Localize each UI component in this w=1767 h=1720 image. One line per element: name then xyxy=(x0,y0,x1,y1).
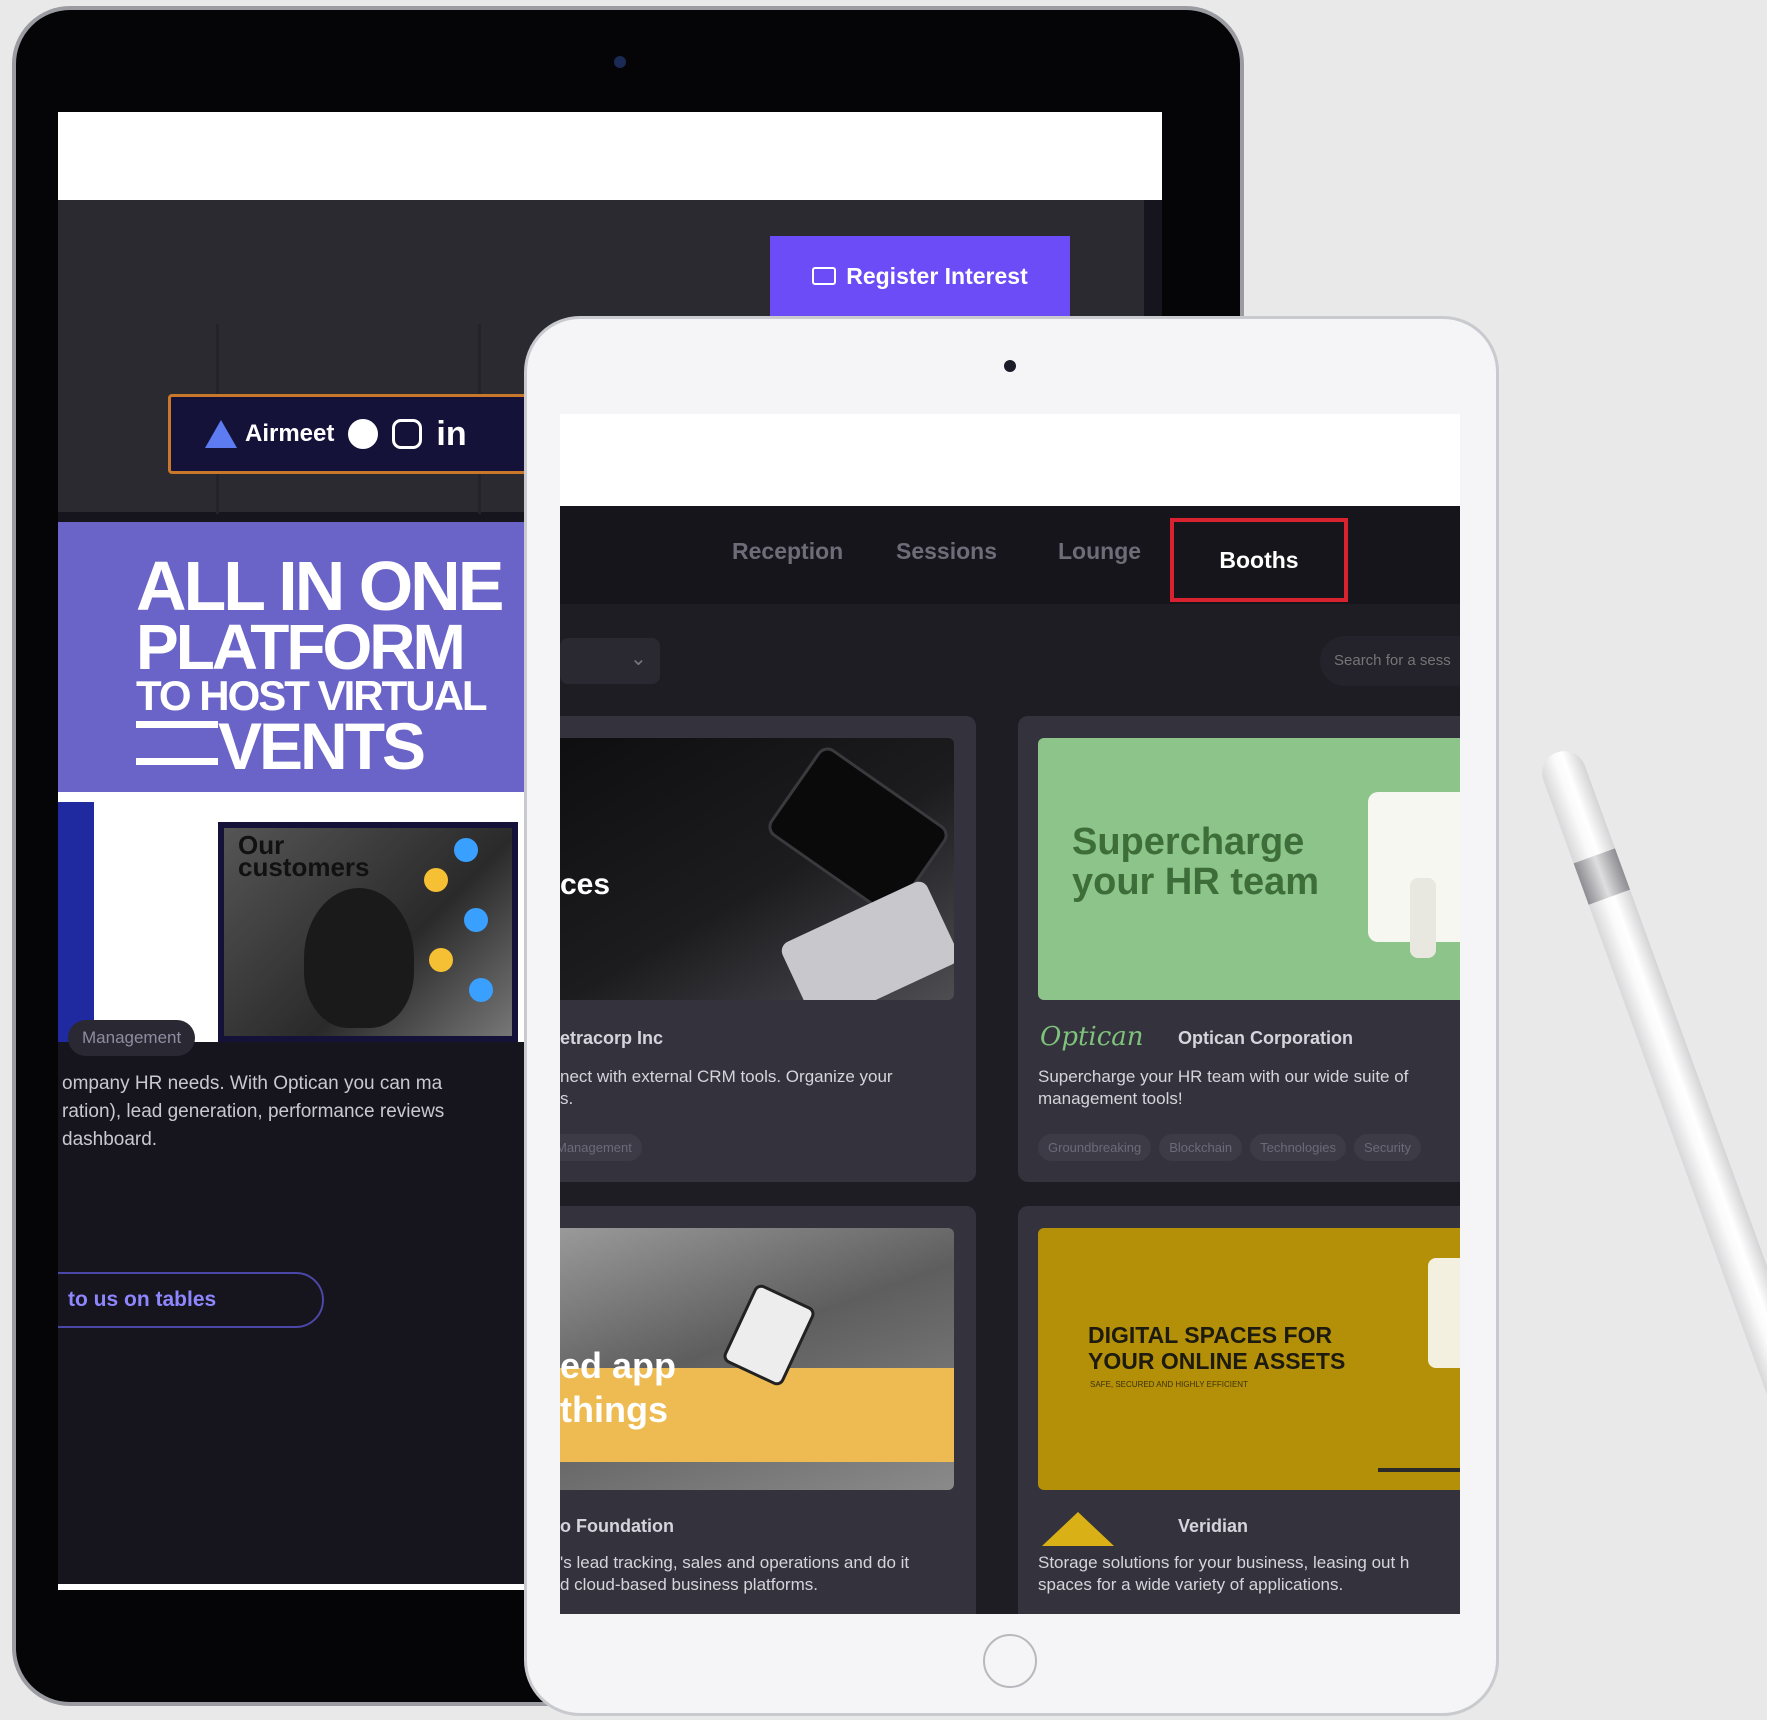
facebook-icon[interactable] xyxy=(348,419,379,449)
tag-chip[interactable]: Security xyxy=(1354,1134,1421,1161)
back-top-bar xyxy=(58,112,1162,200)
booth-image-text: DIGITAL SPACES FOR YOUR ONLINE ASSETS xyxy=(1088,1322,1346,1374)
register-interest-label: Register Interest xyxy=(846,262,1028,289)
promo-title: ALL IN ONE PLATFORM TO HOST VIRTUAL VENT… xyxy=(136,547,504,779)
airmeet-logo-icon xyxy=(205,420,237,448)
promo-line-1: ALL IN ONE xyxy=(136,547,504,625)
promo-accent-stripe xyxy=(58,802,94,1042)
promo-line-2: PLATFORM xyxy=(136,611,466,684)
booth-tags: Groundbreaking Blockchain Technologies Secu… xyxy=(1038,1134,1429,1161)
cta-button[interactable]: to us on tables xyxy=(58,1272,324,1328)
tab-lounge[interactable]: Lounge xyxy=(1058,538,1141,565)
stylized-e-icon xyxy=(136,720,218,765)
tag-chip[interactable]: Groundbreaking xyxy=(1038,1134,1152,1161)
customers-label: Our customers xyxy=(238,830,370,883)
tag-chip[interactable]: Management xyxy=(560,1134,642,1161)
booth-image: Supercharge your HR team xyxy=(1038,738,1460,1000)
optican-logo: Optican xyxy=(1040,1022,1144,1052)
pencil-band xyxy=(1573,848,1631,905)
booth-image: DIGITAL SPACES FOR YOUR ONLINE ASSETS SA… xyxy=(1038,1228,1460,1490)
tab-booths[interactable]: Booths xyxy=(1170,518,1348,602)
chevron-down-icon: ⌄ xyxy=(630,648,647,670)
tab-reception[interactable]: Reception xyxy=(732,538,843,565)
stylus-pencil xyxy=(1536,744,1767,1719)
booth-image-text: ces xyxy=(560,868,611,901)
booth-description: nect with external CRM tools. Organize y… xyxy=(560,1067,893,1108)
booth-name: Optican Corporation xyxy=(1178,1028,1353,1048)
customer-photo: Our customers xyxy=(218,822,518,1042)
tag-chip[interactable]: Management xyxy=(68,1020,196,1056)
customer-portrait xyxy=(304,888,414,1028)
linkedin-icon[interactable]: in xyxy=(436,415,466,454)
booth-description: Storage solutions for your business, lea… xyxy=(1038,1553,1410,1594)
search-input[interactable] xyxy=(1320,636,1460,686)
tag-chip[interactable]: Technologies xyxy=(1250,1134,1346,1161)
booth-description: 's lead tracking, sales and operations a… xyxy=(560,1553,910,1594)
booth-image: ed app things xyxy=(560,1228,954,1490)
front-camera xyxy=(1004,360,1016,372)
laugh-emoji-icon xyxy=(429,948,453,972)
booth-description: Supercharge your HR team with our wide s… xyxy=(1038,1067,1409,1108)
booth-card[interactable]: Supercharge your HR team Optican Optican… xyxy=(1018,716,1460,1182)
booth-image-text: ed app things xyxy=(560,1345,677,1430)
booth-card[interactable]: ed app things o Foundation 's lead track… xyxy=(560,1206,976,1614)
heart-emoji-icon xyxy=(464,908,488,932)
veridian-logo-icon xyxy=(1042,1512,1114,1546)
home-button[interactable] xyxy=(983,1634,1037,1688)
booth-name: Veridian xyxy=(1178,1516,1249,1536)
booth-tags: Management xyxy=(560,1134,650,1161)
airmeet-logo[interactable]: Airmeet xyxy=(205,420,334,448)
booth-name: etracorp Inc xyxy=(560,1028,664,1048)
tab-sessions[interactable]: Sessions xyxy=(896,538,997,565)
booth-image: ces xyxy=(560,738,954,1000)
heart-emoji-icon xyxy=(454,838,478,862)
promo-line-4-text: VENTS xyxy=(218,708,426,783)
tab-booths-label: Booths xyxy=(1219,546,1299,573)
desk-illustration xyxy=(1378,1408,1460,1472)
person-illustration xyxy=(1410,878,1436,958)
booth-image-subtext: SAFE, SECURED AND HIGHLY EFFICIENT xyxy=(1090,1380,1248,1389)
laugh-emoji-icon xyxy=(424,868,448,892)
front-top-bar xyxy=(560,414,1460,506)
register-interest-button[interactable]: Register Interest xyxy=(770,236,1070,316)
illustration-panel xyxy=(1428,1258,1460,1368)
back-camera xyxy=(614,56,626,68)
booth-card[interactable]: DIGITAL SPACES FOR YOUR ONLINE ASSETS SA… xyxy=(1018,1206,1460,1614)
booth-description: ompany HR needs. With Optican you can ma… xyxy=(62,1073,445,1150)
promo-banner: ALL IN ONE PLATFORM TO HOST VIRTUAL VENT… xyxy=(58,522,528,1042)
tag-chip[interactable]: Blockchain xyxy=(1159,1134,1243,1161)
heart-emoji-icon xyxy=(469,978,493,1002)
booth-card[interactable]: ces etracorp Inc nect with external CRM … xyxy=(560,716,976,1182)
booth-name: o Foundation xyxy=(560,1516,674,1536)
promo-line-4: VENTS xyxy=(136,713,501,779)
instagram-icon[interactable] xyxy=(392,419,423,449)
airmeet-brand-name: Airmeet xyxy=(245,420,335,447)
booth-image-text: Supercharge your HR team xyxy=(1072,821,1320,903)
sponsor-brand-bar: Airmeet in xyxy=(168,394,558,474)
front-tablet-screen: Reception Sessions Lounge Booths ⌄ ces e… xyxy=(560,414,1460,1614)
id-card-icon xyxy=(812,267,837,285)
